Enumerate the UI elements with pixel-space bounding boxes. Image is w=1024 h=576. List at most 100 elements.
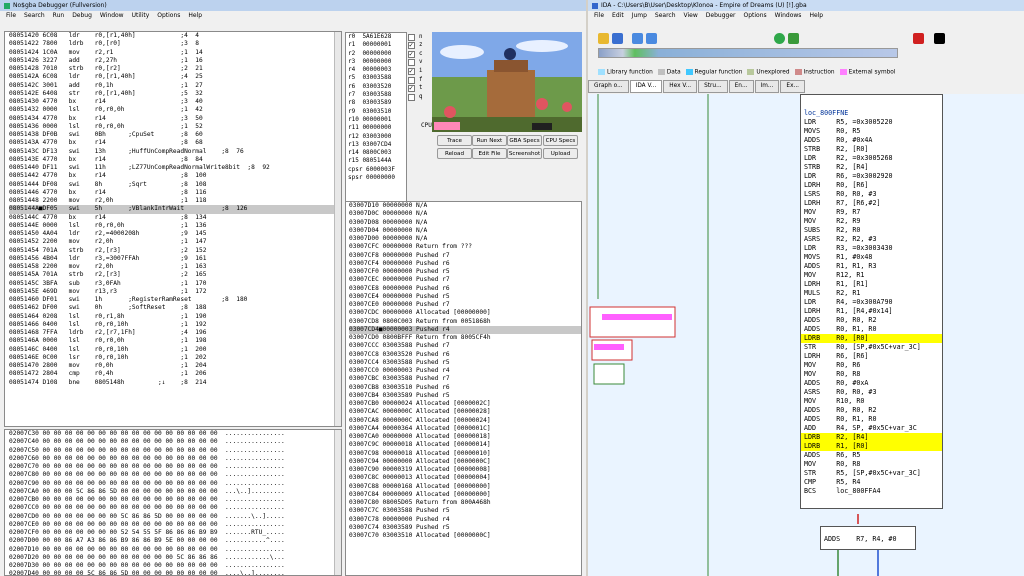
- disassembly-row[interactable]: 0805142A 6C08 ldr r0,[r1,40h] ;4 25: [9, 73, 341, 81]
- hex-row[interactable]: 02007C60 00 00 00 00 00 00 00 00 00 00 0…: [9, 455, 341, 463]
- node-instruction[interactable]: CMP R5, R4: [801, 478, 942, 487]
- stack-row[interactable]: 03007C88 00000168 Allocated [00000000]: [349, 483, 581, 491]
- hex-row[interactable]: 02007C50 00 00 00 00 00 00 00 00 00 00 0…: [9, 447, 341, 455]
- ida-tab[interactable]: IDA V...: [629, 80, 663, 93]
- flag-checkbox[interactable]: [408, 59, 415, 67]
- hex-scrollbar[interactable]: [334, 430, 341, 575]
- disassembly-row[interactable]: 0805143C DF13 swi 13h ;HuffUnCompReadNor…: [9, 148, 341, 156]
- disassembly-row[interactable]: 08051444 DF08 swi 8h ;Sqrt ;8 108: [9, 181, 341, 189]
- node-instruction[interactable]: MOV R9, R7: [801, 208, 942, 217]
- disassembly-row[interactable]: 08051422 7800 ldrb r0,[r0] ;3 8: [9, 40, 341, 48]
- register-row[interactable]: r9 03003510: [346, 108, 406, 116]
- step-icon[interactable]: [788, 33, 799, 44]
- stack-row[interactable]: 03007CF4 00000000 Pushed r6: [349, 260, 581, 268]
- disassembly-row[interactable]: 08051458 2200 mov r2,0h ;1 163: [9, 263, 341, 271]
- ida-tab[interactable]: Im...: [754, 80, 780, 93]
- ida-tab[interactable]: En...: [728, 80, 754, 93]
- disassembly-row[interactable]: 08051440 DF11 swi 11h ;LZ77UnCompReadNor…: [9, 164, 341, 172]
- disassembly-row[interactable]: 08051450 4A04 ldr r2,=4000208h ;9 145: [9, 230, 341, 238]
- node-instruction[interactable]: STRB R2, [R4]: [801, 163, 942, 172]
- disassembly-row[interactable]: 08051464 0208 lsl r0,r1,8h ;1 190: [9, 313, 341, 321]
- stack-row[interactable]: 03007CD8 0800C003 Return from 0051868h: [349, 318, 581, 326]
- stack-row[interactable]: 03007C80 08005D05 Return from 800A468h: [349, 499, 581, 507]
- stack-row[interactable]: 03007CE4 00000000 Pushed r5: [349, 293, 581, 301]
- stop-icon[interactable]: [913, 33, 924, 44]
- menu-item[interactable]: Edit: [612, 12, 624, 19]
- ida-tab[interactable]: Stru...: [698, 80, 728, 93]
- register-row[interactable]: r12 03003000: [346, 133, 406, 141]
- register-row[interactable]: r0 5A61E628: [346, 33, 406, 41]
- disassembly-row[interactable]: 08051466 0400 lsl r0,r0,10h ;1 192: [9, 321, 341, 329]
- node-instruction[interactable]: LDR R3, =0x3003430: [801, 244, 942, 253]
- forward-icon[interactable]: [646, 33, 657, 44]
- stack-row[interactable]: 03007CC8 03003520 Pushed r6: [349, 351, 581, 359]
- node-instruction[interactable]: ADD R4, SP, #0x5C+var_3C: [801, 424, 942, 433]
- hex-row[interactable]: 02007D10 00 00 00 00 00 00 00 00 00 00 0…: [9, 546, 341, 554]
- stack-row[interactable]: 03007CC4 03003588 Pushed r5: [349, 359, 581, 367]
- hex-row[interactable]: 02007C70 00 00 00 00 00 00 00 00 00 00 0…: [9, 463, 341, 471]
- menu-item[interactable]: Help: [809, 12, 823, 19]
- graph-node-secondary[interactable]: ADDS R7, R4, #0: [820, 526, 916, 550]
- menu-item[interactable]: View: [684, 12, 698, 19]
- stack-row[interactable]: 03007D00 00000000 N/A: [349, 235, 581, 243]
- stack-row[interactable]: 03007CF0 00000000 Pushed r5: [349, 268, 581, 276]
- node-instruction[interactable]: LDRH R1, [R1]: [801, 280, 942, 289]
- node-instruction[interactable]: MOV R0, R6: [801, 361, 942, 370]
- menu-item[interactable]: File: [6, 12, 16, 19]
- node-instruction[interactable]: MOVS R1, #0x48: [801, 253, 942, 262]
- back-icon[interactable]: [632, 33, 643, 44]
- register-row[interactable]: r7 03003588: [346, 91, 406, 99]
- node-instruction[interactable]: ADDS R0, R0, R2: [801, 406, 942, 415]
- disassembly-row[interactable]: 08051424 1C0A mov r2,r1 ;1 14: [9, 49, 341, 57]
- disassembly-row[interactable]: 08051448 2200 mov r2,0h ;1 118: [9, 197, 341, 205]
- hex-row[interactable]: 02007C80 00 00 00 00 00 00 00 00 00 00 0…: [9, 471, 341, 479]
- hex-row[interactable]: 02007D20 00 00 00 00 00 00 00 00 00 00 0…: [9, 554, 341, 562]
- disassembly-row[interactable]: 08051446 4770 bx r14 ;8 116: [9, 189, 341, 197]
- node-instruction[interactable]: LDR R6, =0x3002920: [801, 172, 942, 181]
- stack-row[interactable]: 03007C90 00000319 Allocated [00000008]: [349, 466, 581, 474]
- debugger-button[interactable]: Trace: [437, 135, 472, 146]
- stack-row[interactable]: 03007C98 00000018 Allocated [00000010]: [349, 450, 581, 458]
- stack-row[interactable]: 03007CB4 03003589 Pushed r5: [349, 392, 581, 400]
- hex-row[interactable]: 02007CC0 00 00 00 00 00 00 00 00 00 00 0…: [9, 504, 341, 512]
- hex-row[interactable]: 02007CD0 00 00 00 00 00 00 00 5C 86 86 5…: [9, 513, 341, 521]
- node-instruction[interactable]: ADDS R0, R1, R0: [801, 415, 942, 424]
- stack-row[interactable]: 03007CCC 03003588 Pushed r7: [349, 342, 581, 350]
- hex-row[interactable]: 02007CB0 00 00 00 00 00 00 00 00 00 00 0…: [9, 496, 341, 504]
- stack-row[interactable]: 03007C7C 03003588 Pushed r5: [349, 507, 581, 515]
- stack-row[interactable]: 03007CD0 0800BFFF Return from 8005CF4h: [349, 334, 581, 342]
- register-row[interactable]: r3 00000000: [346, 58, 406, 66]
- stack-row[interactable]: 03007CBC 03003588 Pushed r7: [349, 375, 581, 383]
- node-instruction[interactable]: loc_800FFNE: [801, 109, 942, 118]
- node-instruction[interactable]: ASRS R2, R2, #3: [801, 235, 942, 244]
- disassembly-row[interactable]: 08051460 DF01 swi 1h ;RegisterRamReset ;…: [9, 296, 341, 304]
- register-row[interactable]: r14 0800C003: [346, 149, 406, 157]
- stack-row[interactable]: 03007CFC 00000000 Return from ???: [349, 243, 581, 251]
- menu-item[interactable]: Options: [157, 12, 180, 19]
- flag-checkbox[interactable]: [408, 93, 415, 101]
- menu-item[interactable]: Windows: [775, 12, 802, 19]
- debugger-button[interactable]: GBA Specs: [507, 135, 542, 146]
- register-row[interactable]: r2 00000000: [346, 50, 406, 58]
- register-row[interactable]: r6 03003520: [346, 83, 406, 91]
- register-row[interactable]: r5 03003588: [346, 74, 406, 82]
- node-instruction[interactable]: STR R5, [SP,#0x5C+var_3C]: [801, 469, 942, 478]
- disassembly-row[interactable]: 08051434 4770 bx r14 ;3 50: [9, 115, 341, 123]
- stack-row[interactable]: 03007C70 03003510 Allocated [0000000C]: [349, 532, 581, 540]
- disassembly-row[interactable]: 08051452 2200 mov r2,0h ;1 147: [9, 238, 341, 246]
- disassembly-row[interactable]: 0805142C 3001 add r0,1h ;1 27: [9, 82, 341, 90]
- node-instruction[interactable]: SUBS R2, R0: [801, 226, 942, 235]
- flag-checkbox[interactable]: [408, 33, 415, 41]
- disassembly-row[interactable]: 0805146A 0000 lsl r0,r0,0h ;1 198: [9, 337, 341, 345]
- hex-row[interactable]: 02007CA0 00 00 00 5C 86 86 5D 00 00 00 0…: [9, 488, 341, 496]
- stack-row[interactable]: 03007C78 00000000 Pushed r4: [349, 516, 581, 524]
- node-instruction[interactable]: MOV R12, R1: [801, 271, 942, 280]
- disassembly-row[interactable]: 0805146C 0400 lsl r0,r0,10h ;1 200: [9, 346, 341, 354]
- node-instruction[interactable]: LDRH R6, [R6]: [801, 352, 942, 361]
- node-instruction[interactable]: MOV R2, R9: [801, 217, 942, 226]
- node-instruction[interactable]: MOV R10, R0: [801, 397, 942, 406]
- stack-row[interactable]: 03007D04 00000000 N/A: [349, 227, 581, 235]
- disassembly-row[interactable]: 0805142E 6408 str r0,[r1,40h] ;5 32: [9, 90, 341, 98]
- register-row[interactable]: r8 03003589: [346, 99, 406, 107]
- node-instruction[interactable]: ADDS R1, R1, R3: [801, 262, 942, 271]
